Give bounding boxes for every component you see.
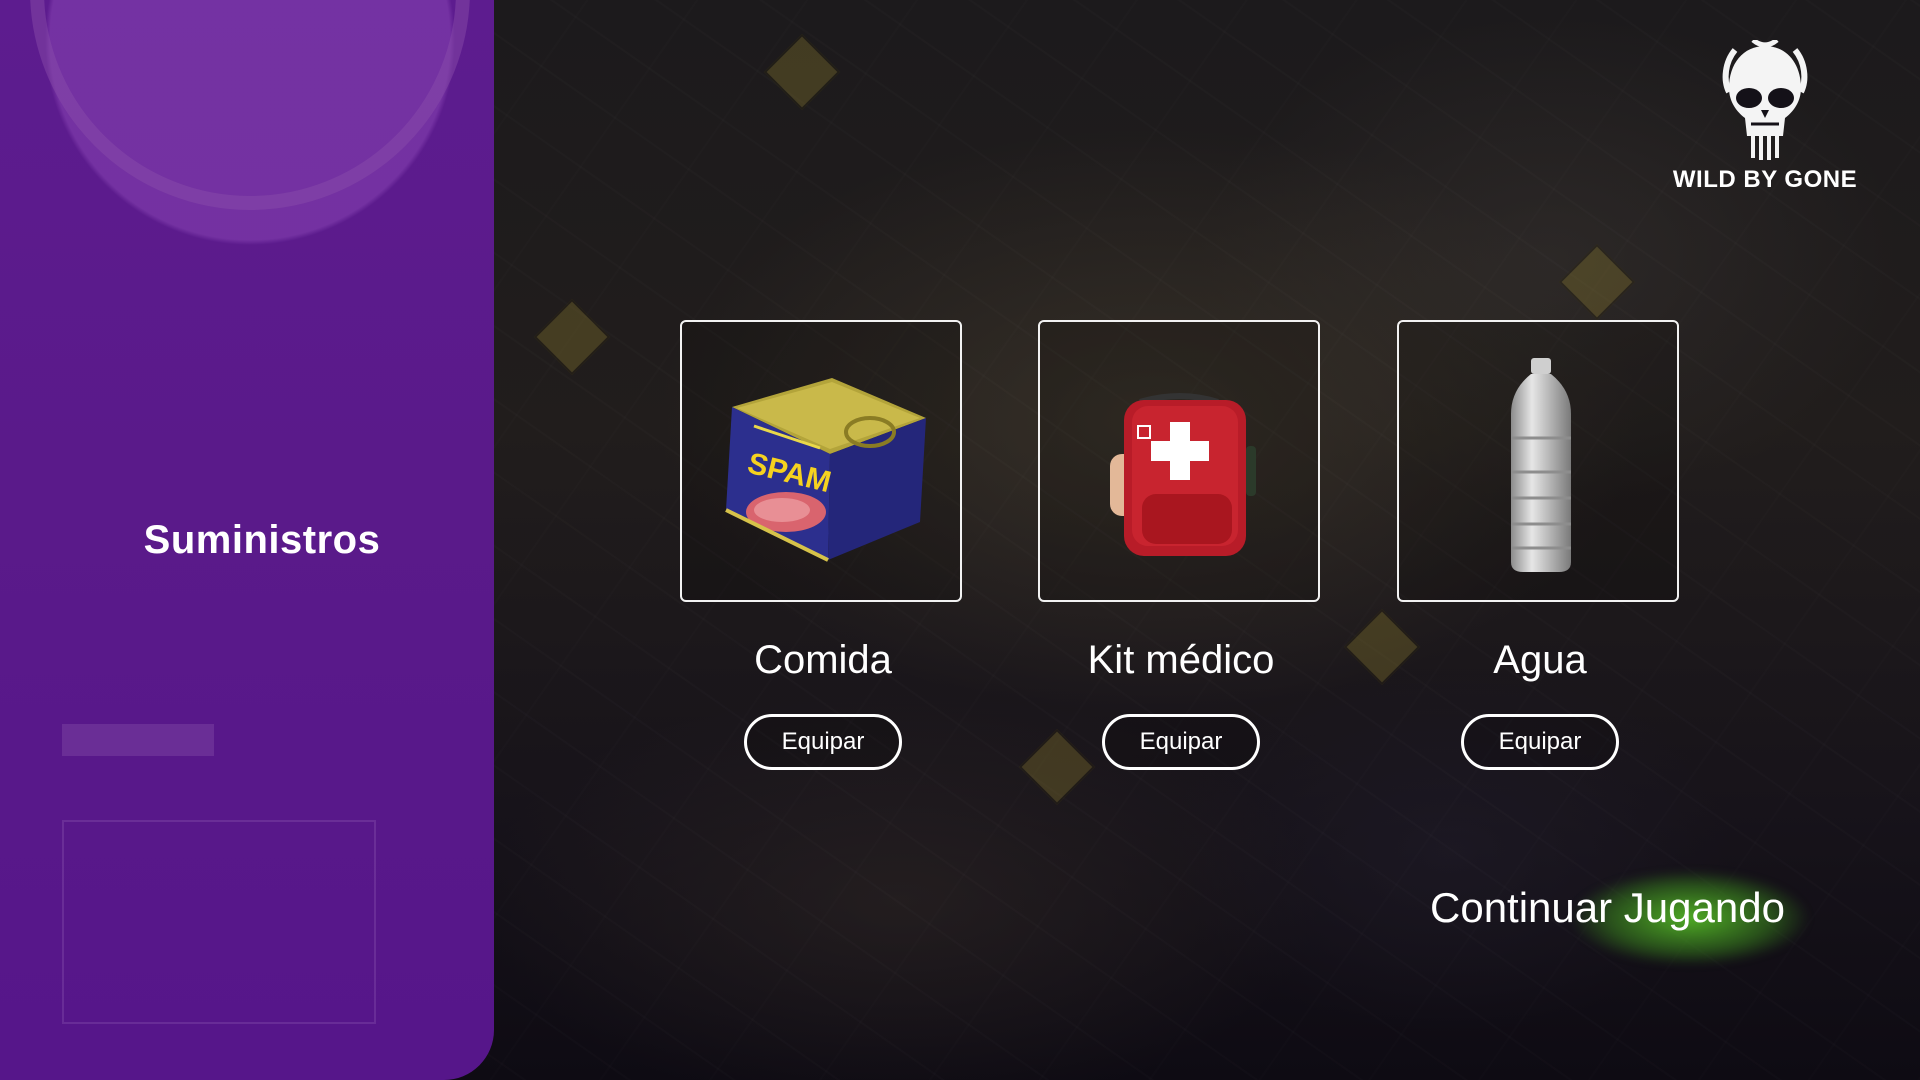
equip-button[interactable]: Equipar [1461,714,1619,770]
spam-can-icon: SPAM [725,378,926,562]
game-logo: WILD BY GONE [1670,40,1860,194]
item-name: Agua [1493,638,1587,682]
item-card[interactable]: SPAM [680,320,962,602]
supply-item-agua: Agua Equipar [1397,320,1683,770]
radiation-emblem [30,0,470,210]
water-bottle-icon [1511,358,1571,572]
item-card[interactable] [1038,320,1320,602]
panel-decoration [62,724,214,756]
item-name: Kit médico [1087,638,1275,682]
supply-item-comida: SPAM Comida Equipar [680,320,966,770]
item-name: Comida [754,638,892,682]
equip-button[interactable]: Equipar [744,714,902,770]
logo-text: WILD BY GONE [1672,166,1858,193]
supply-item-kit-medico: Kit médico Equipar [1038,320,1324,770]
panel-decoration [62,820,376,1024]
first-aid-kit-icon [1110,393,1256,556]
skull-icon [1722,40,1808,160]
item-card[interactable] [1397,320,1679,602]
continue-playing-button[interactable]: Continuar Jugando [1430,884,1785,932]
section-title: Suministros [143,518,381,562]
equip-button[interactable]: Equipar [1102,714,1260,770]
